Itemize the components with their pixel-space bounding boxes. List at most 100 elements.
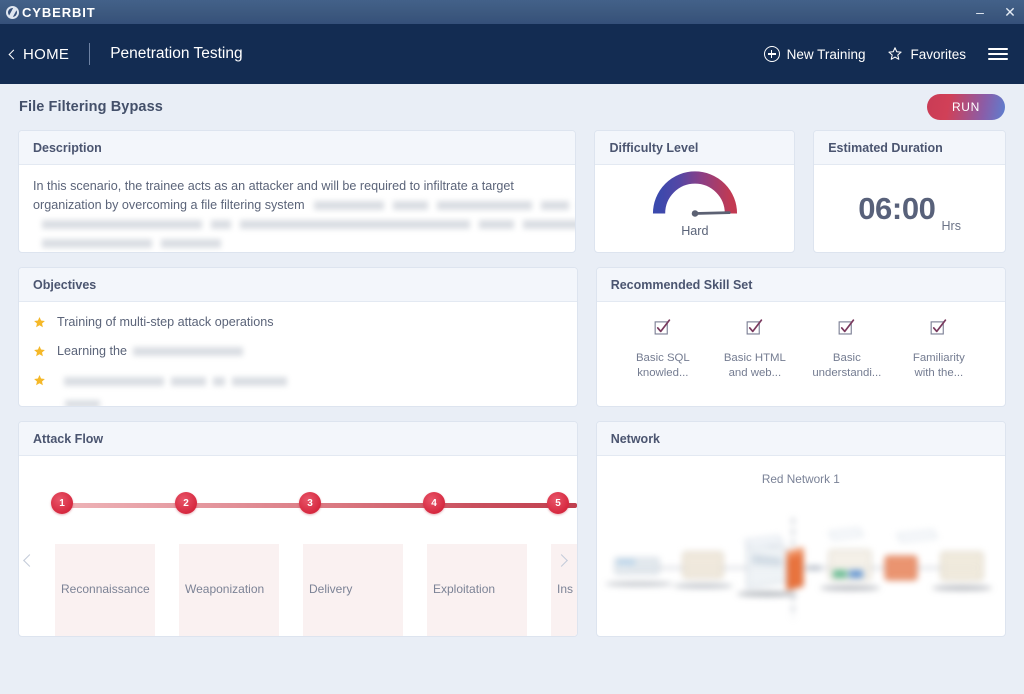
difficulty-card: Difficulty Level Ha: [594, 130, 795, 253]
difficulty-heading: Difficulty Level: [609, 141, 698, 155]
list-item: [33, 372, 563, 407]
redacted-text-block: [42, 239, 152, 248]
skill-label: Basic SQL: [636, 351, 690, 366]
run-button[interactable]: RUN: [927, 94, 1005, 120]
flow-step-label: Ins: [557, 582, 573, 596]
redacted-text-block: [232, 377, 287, 386]
breadcrumb: Penetration Testing: [110, 45, 242, 63]
difficulty-body: Hard: [595, 165, 794, 252]
flow-step-label: Exploitation: [433, 582, 495, 596]
redacted-text-block: [42, 220, 202, 229]
difficulty-level-label: Hard: [681, 224, 708, 238]
skill-item: Basic HTML and web...: [717, 318, 793, 380]
description-card: Description In this scenario, the traine…: [18, 130, 576, 253]
description-heading: Description: [33, 141, 102, 155]
duration-heading: Estimated Duration: [828, 141, 943, 155]
app-header: HOME Penetration Testing New Training Fa…: [0, 24, 1024, 84]
minimize-button[interactable]: –: [972, 5, 988, 19]
checkbox-checked-icon: [653, 318, 672, 337]
redacted-text-block: [314, 201, 384, 210]
network-topology-diagram[interactable]: [597, 496, 1005, 636]
objectives-heading: Objectives: [33, 278, 96, 292]
new-training-button[interactable]: New Training: [764, 46, 866, 62]
flow-step-marker[interactable]: 1: [51, 492, 73, 514]
description-line-2: organization by overcoming a file filter…: [33, 196, 561, 215]
chevron-left-icon: [23, 554, 36, 567]
redacted-text-block: [133, 347, 243, 356]
skill-item: Basic understandi...: [809, 318, 885, 380]
close-button[interactable]: ✕: [1002, 5, 1018, 19]
redacted-text-block: [523, 220, 576, 229]
redacted-text-block: [393, 201, 428, 210]
duration-value: 06:00: [858, 191, 935, 227]
cyberbit-logo-icon: [6, 6, 19, 19]
redacted-text-block: [64, 377, 164, 386]
redacted-text-block: [437, 201, 532, 210]
attack-flow-card: Attack Flow 1 2 3 4 5 Reconnaissance We: [18, 421, 578, 637]
page-title: File Filtering Bypass: [19, 99, 163, 115]
flow-step-label: Delivery: [309, 582, 352, 596]
page-header: File Filtering Bypass RUN: [18, 84, 1006, 130]
skill-item: Basic SQL knowled...: [625, 318, 701, 380]
attack-flow-cards: Reconnaissance Weaponization Delivery Ex…: [19, 544, 577, 636]
network-heading: Network: [611, 432, 660, 446]
flow-step-card[interactable]: Exploitation: [427, 544, 527, 636]
attack-flow-track: 1 2 3 4 5: [19, 501, 577, 507]
flow-step-card[interactable]: Weaponization: [179, 544, 279, 636]
redacted-text-block: [171, 377, 206, 386]
redacted-text-block: [161, 239, 221, 248]
row-flow-network: Attack Flow 1 2 3 4 5 Reconnaissance We: [18, 421, 1006, 637]
redacted-text-block: [211, 220, 231, 229]
chevron-left-icon: [9, 49, 19, 59]
redacted-text-block: [541, 201, 569, 210]
flow-step-card[interactable]: Delivery: [303, 544, 403, 636]
objective-text: [57, 372, 287, 407]
hamburger-menu-icon[interactable]: [988, 48, 1008, 60]
skill-label: and web...: [729, 366, 782, 381]
skills-body: Basic SQL knowled... Basic HTML and web.…: [597, 302, 1005, 406]
new-training-label: New Training: [787, 47, 866, 62]
star-outline-icon: [887, 46, 903, 62]
list-item: Learning the: [33, 343, 563, 359]
objective-text: Learning the: [57, 343, 243, 359]
network-card-header: Network: [597, 422, 1005, 456]
duration-card: Estimated Duration 06:00 Hrs: [813, 130, 1006, 253]
network-body: Red Network 1: [597, 456, 1005, 636]
attack-flow-prev-button[interactable]: [25, 552, 41, 568]
objective-text-visible: Learning the: [57, 344, 131, 358]
skill-label: Basic HTML: [724, 351, 786, 366]
header-nav-right: New Training Favorites: [764, 46, 1008, 62]
flow-step-marker[interactable]: 4: [423, 492, 445, 514]
objectives-body: Training of multi-step attack operations…: [19, 302, 577, 406]
description-card-header: Description: [19, 131, 575, 165]
favorites-label: Favorites: [910, 47, 966, 62]
objective-text: Training of multi-step attack operations: [57, 314, 274, 330]
flow-step-label: Weaponization: [185, 582, 264, 596]
row-details: Objectives Training of multi-step attack…: [18, 267, 1006, 407]
favorites-button[interactable]: Favorites: [887, 46, 966, 62]
attack-flow-next-button[interactable]: [557, 552, 573, 568]
flow-step-marker[interactable]: 3: [299, 492, 321, 514]
flow-step-card[interactable]: Reconnaissance: [55, 544, 155, 636]
redacted-text-block: [213, 377, 225, 386]
redacted-text-block: [479, 220, 514, 229]
list-item: Training of multi-step attack operations: [33, 314, 563, 330]
skill-label: with the...: [914, 366, 963, 381]
skill-label: Familiarity: [913, 351, 965, 366]
objectives-card-header: Objectives: [19, 268, 577, 302]
skill-item: Familiarity with the...: [901, 318, 977, 380]
flow-step-marker[interactable]: 2: [175, 492, 197, 514]
star-filled-icon: [33, 345, 46, 358]
brand-logo: CYBERBIT: [6, 6, 96, 19]
flow-step-marker[interactable]: 5: [547, 492, 569, 514]
duration-unit: Hrs: [942, 219, 961, 238]
brand-name: CYBERBIT: [22, 6, 96, 19]
page-content: File Filtering Bypass RUN Description In…: [0, 84, 1024, 637]
duration-body: 06:00 Hrs: [814, 165, 1005, 252]
window-titlebar: CYBERBIT – ✕: [0, 0, 1024, 24]
home-label: HOME: [23, 46, 69, 63]
difficulty-card-header: Difficulty Level: [595, 131, 794, 165]
skills-heading: Recommended Skill Set: [611, 278, 753, 292]
checkbox-checked-icon: [929, 318, 948, 337]
home-link[interactable]: HOME: [10, 46, 69, 63]
